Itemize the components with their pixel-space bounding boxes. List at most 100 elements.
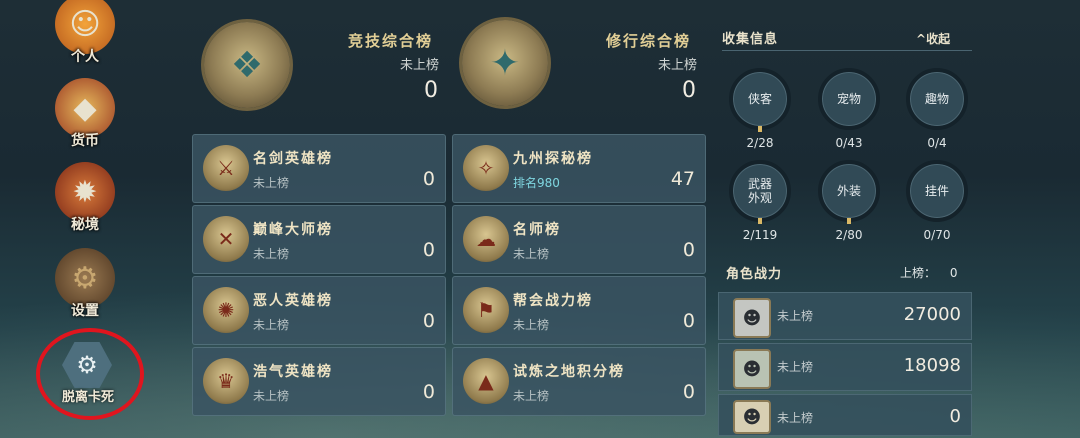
power-row[interactable]: ☻ 未上榜 27000	[718, 292, 972, 340]
board-card-villain[interactable]: ✺ 恶人英雄榜 未上榜 0	[192, 276, 446, 345]
arena-rank-title[interactable]: 竞技综合榜	[348, 30, 433, 51]
character-avatar: ☻	[733, 349, 771, 389]
power-rank-label: 上榜：	[900, 266, 937, 280]
board-value: 0	[422, 239, 435, 261]
power-row[interactable]: ☻ 未上榜 0	[718, 394, 972, 436]
menu-personal-label: 个人	[71, 49, 99, 65]
coin-icon: ◆	[55, 78, 115, 138]
arena-rank-status: 未上榜	[400, 58, 440, 73]
board-title: 九州探秘榜	[513, 151, 593, 167]
board-value: 0	[422, 168, 435, 190]
collect-label: 外装	[836, 184, 861, 198]
board-card-famous-sword[interactable]: ⚔ 名剑英雄榜 未上榜 0	[192, 134, 446, 203]
board-status: 排名980	[513, 176, 560, 190]
board-title: 名剑英雄榜	[253, 151, 333, 167]
board-status: 未上榜	[513, 247, 550, 261]
board-value: 47	[670, 168, 695, 190]
power-row-value: 0	[949, 406, 961, 427]
crossed-swords-badge-icon: ✕	[203, 216, 249, 262]
board-status: 未上榜	[253, 176, 290, 190]
gear-icon: ⚙	[55, 248, 115, 308]
board-value: 0	[422, 310, 435, 332]
chevron-up-icon: ^	[916, 32, 927, 46]
collect-item-heroes[interactable]: 侠客 2/28	[729, 68, 791, 150]
collection-title: 收集信息	[722, 32, 779, 47]
board-title: 浩气英雄榜	[253, 364, 333, 380]
collect-count: 2/28	[746, 136, 774, 150]
collect-label: 宠物	[836, 92, 861, 106]
collapse-button[interactable]: ^收起	[916, 30, 950, 47]
board-title: 恶人英雄榜	[253, 293, 333, 309]
board-status: 未上榜	[513, 318, 550, 332]
dragon-icon: ✹	[55, 162, 115, 222]
compass-badge-icon: ✧	[463, 145, 509, 191]
collect-item-outfits[interactable]: 外装 2/80	[818, 160, 880, 242]
menu-personal[interactable]: ☺ 个人	[52, 0, 118, 66]
collect-count: 2/80	[835, 228, 863, 242]
scroll-badge-icon: ☁	[463, 216, 509, 262]
collect-label: 武器外观	[747, 177, 772, 205]
power-row-status: 未上榜	[777, 411, 814, 425]
collect-count: 0/43	[835, 136, 863, 150]
board-status: 未上榜	[253, 389, 290, 403]
collect-count: 0/70	[923, 228, 951, 242]
progress-tick	[847, 218, 851, 224]
board-card-guild-power[interactable]: ⚑ 帮会战力榜 未上榜 0	[452, 276, 706, 345]
collect-item-curios[interactable]: 趣物 0/4	[906, 68, 968, 150]
board-title: 试炼之地积分榜	[513, 364, 625, 380]
board-status: 未上榜	[253, 247, 290, 261]
board-value: 0	[682, 381, 695, 403]
menu-settings[interactable]: ⚙ 设置	[52, 248, 118, 320]
board-status: 未上榜	[253, 318, 290, 332]
character-avatar: ☻	[733, 400, 771, 434]
cultivation-rank-status: 未上榜	[658, 58, 698, 73]
board-card-righteous[interactable]: ♛ 浩气英雄榜 未上榜 0	[192, 347, 446, 416]
power-rank-value: 0	[949, 266, 958, 280]
unstick-button[interactable]: ⚙ 脱离卡死	[36, 328, 144, 420]
banner-badge-icon: ⚑	[463, 287, 509, 333]
board-card-trial-ground[interactable]: ▲ 试炼之地积分榜 未上榜 0	[452, 347, 706, 416]
collect-label: 侠客	[747, 92, 772, 106]
arena-medal-icon: ❖	[204, 22, 290, 108]
cultivation-rank-title[interactable]: 修行综合榜	[606, 30, 691, 51]
arena-rank-value: 0	[424, 78, 438, 103]
menu-currency[interactable]: ◆ 货币	[52, 78, 118, 150]
trial-badge-icon: ▲	[463, 358, 509, 404]
board-value: 0	[682, 310, 695, 332]
board-title: 帮会战力榜	[513, 293, 593, 309]
collect-item-weapon-skins[interactable]: 武器外观 2/119	[729, 160, 791, 242]
menu-settings-label: 设置	[71, 303, 99, 319]
unstick-label: 脱离卡死	[61, 390, 114, 405]
divider	[722, 50, 972, 51]
menu-secret-realm-label: 秘境	[71, 217, 99, 233]
power-row[interactable]: ☻ 未上榜 18098	[718, 343, 972, 391]
crown-badge-icon: ♛	[203, 358, 249, 404]
board-title: 名师榜	[513, 222, 561, 238]
collect-label: 挂件	[924, 184, 949, 198]
board-title: 巅峰大师榜	[253, 222, 333, 238]
sword-badge-icon: ⚔	[203, 145, 249, 191]
collapse-label: 收起	[926, 32, 951, 46]
character-avatar: ☻	[733, 298, 771, 338]
board-value: 0	[422, 381, 435, 403]
power-row-value: 18098	[903, 355, 961, 376]
power-row-value: 27000	[903, 304, 961, 325]
progress-tick	[758, 218, 762, 224]
collect-item-pets[interactable]: 宠物 0/43	[818, 68, 880, 150]
board-card-exploration[interactable]: ✧ 九州探秘榜 排名980 47	[452, 134, 706, 203]
collect-item-pendants[interactable]: 挂件 0/70	[906, 160, 968, 242]
power-row-status: 未上榜	[777, 309, 814, 323]
power-title: 角色战力	[726, 267, 783, 282]
collect-count: 0/4	[927, 136, 947, 150]
cultivation-medal-icon: ✦	[462, 20, 548, 106]
progress-tick	[758, 126, 762, 132]
board-card-famous-master[interactable]: ☁ 名师榜 未上榜 0	[452, 205, 706, 274]
power-row-status: 未上榜	[777, 360, 814, 374]
board-card-peak-master[interactable]: ✕ 巅峰大师榜 未上榜 0	[192, 205, 446, 274]
cultivation-rank-value: 0	[682, 78, 696, 103]
board-status: 未上榜	[513, 389, 550, 403]
power-rank: 上榜： 0	[900, 264, 957, 281]
menu-secret-realm[interactable]: ✹ 秘境	[52, 162, 118, 234]
villain-badge-icon: ✺	[203, 287, 249, 333]
collect-count: 2/119	[742, 228, 778, 242]
